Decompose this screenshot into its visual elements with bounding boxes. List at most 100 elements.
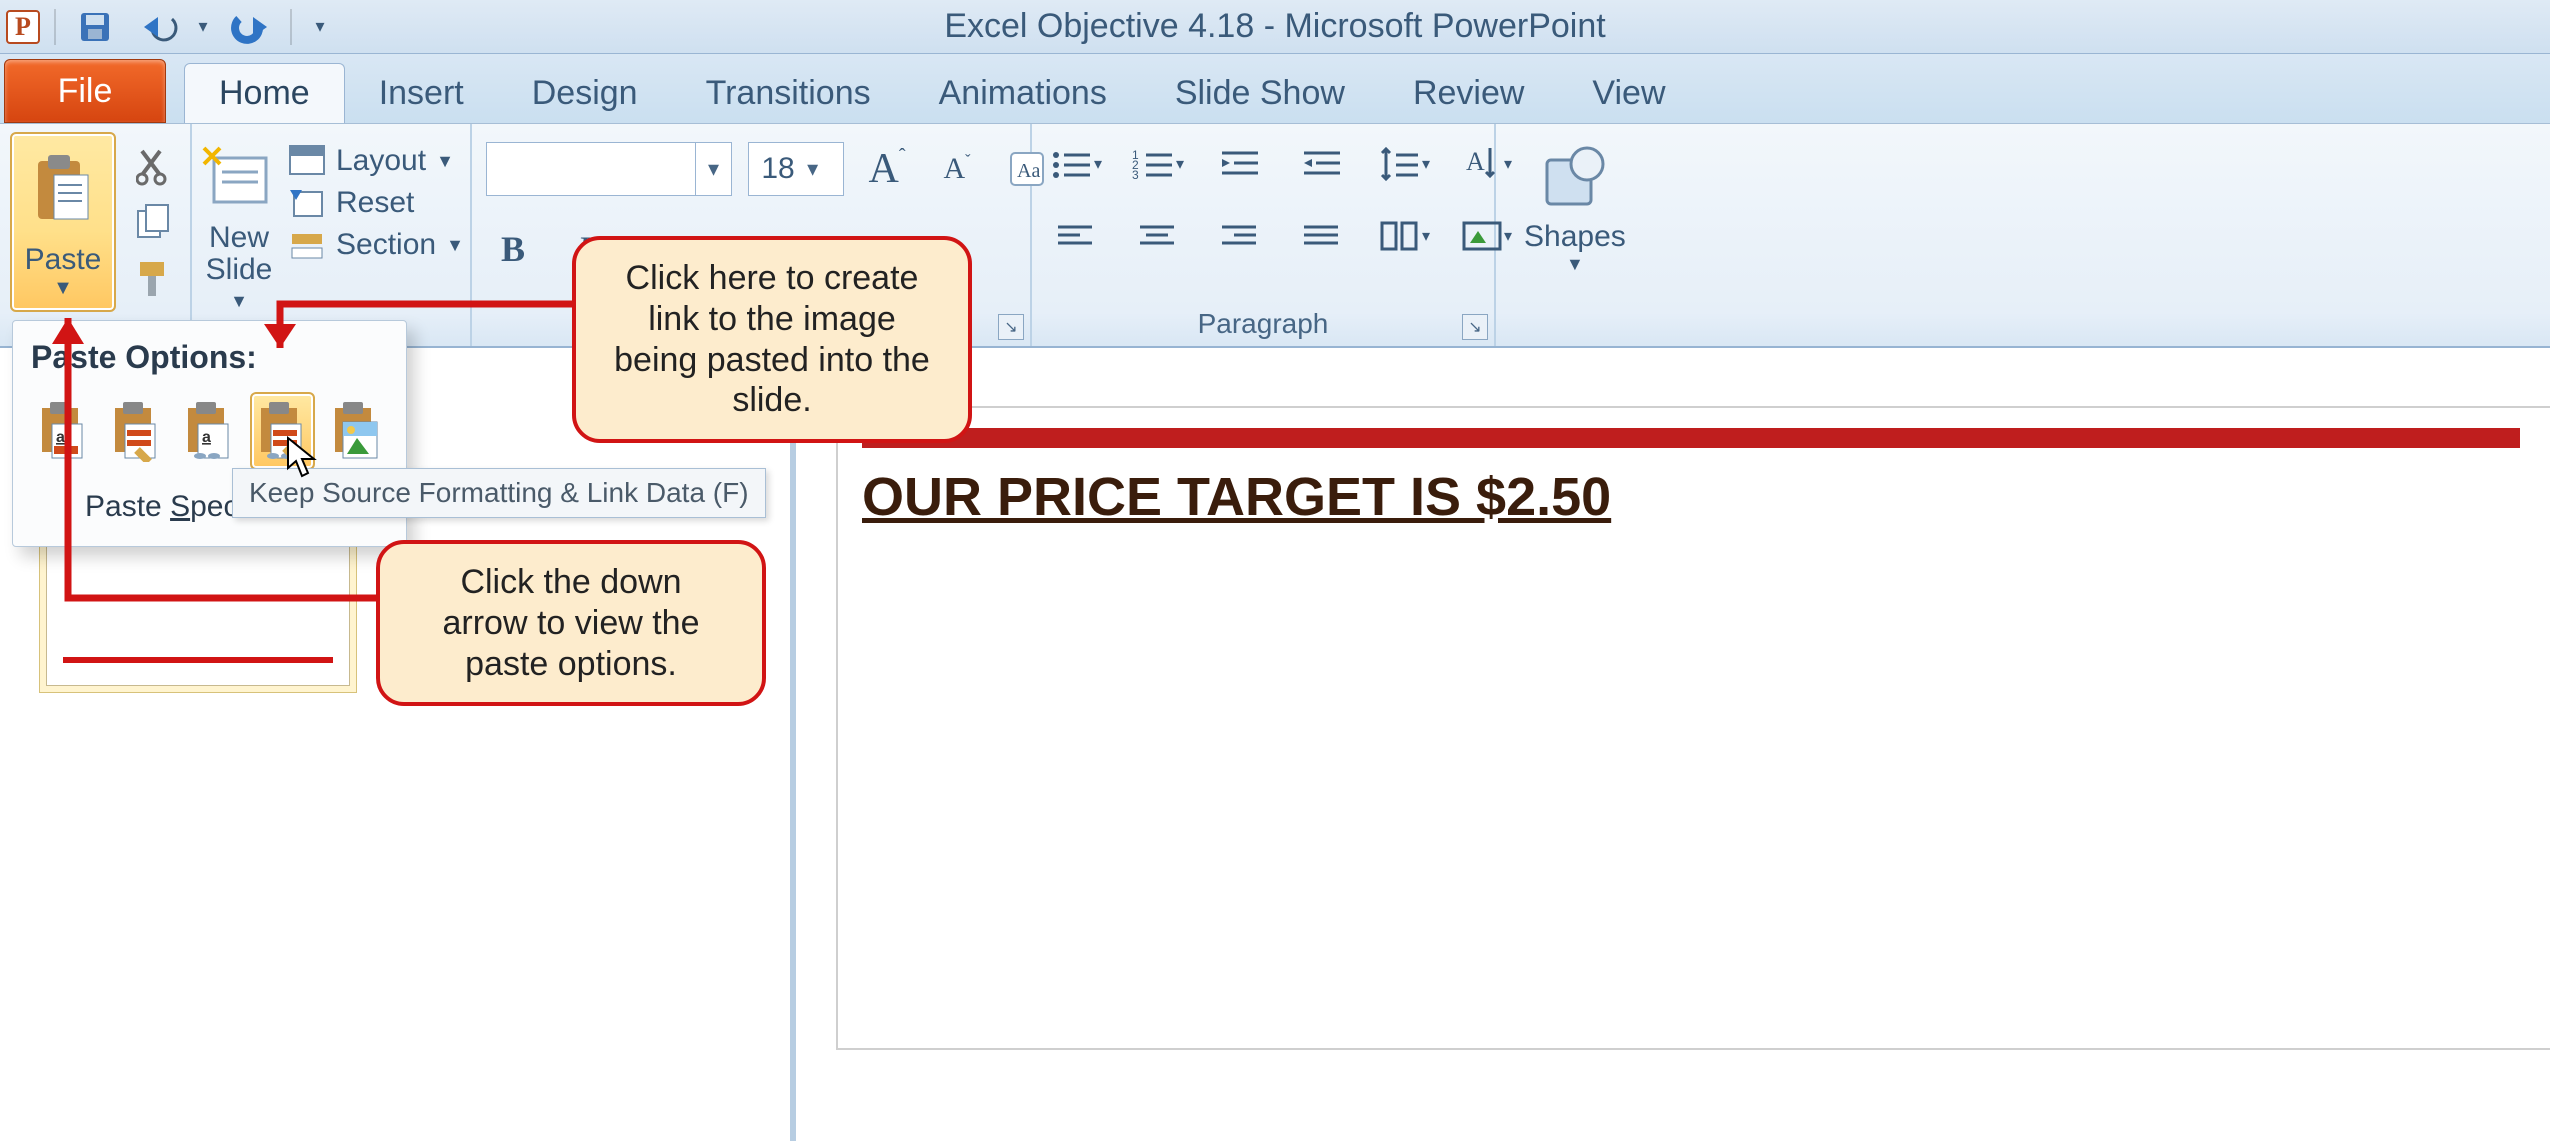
window-title: Excel Objective 4.18 - Microsoft PowerPo… (944, 7, 1605, 46)
chevron-down-icon: ▾ (695, 143, 731, 195)
svg-text:A: A (1466, 147, 1485, 176)
bullets-button[interactable]: ▾ (1048, 140, 1104, 188)
scissors-icon (136, 147, 170, 187)
ribbon: Paste ▼ (0, 124, 2550, 348)
cursor-icon (286, 436, 320, 480)
font-size-combo[interactable]: 18 ▾ (748, 142, 844, 196)
copy-icon (134, 203, 172, 243)
paste-split-button[interactable]: Paste ▼ (10, 132, 116, 312)
group-clipboard: Paste ▼ (0, 124, 192, 346)
separator (290, 9, 292, 45)
paragraph-dialog-launcher[interactable]: ↘ (1462, 314, 1488, 340)
tab-insert[interactable]: Insert (345, 63, 498, 123)
bullets-icon (1050, 147, 1094, 181)
tab-home[interactable]: Home (184, 63, 345, 123)
paste-option-use-destination-theme-link[interactable]: a (177, 392, 242, 470)
increase-indent-icon (1300, 147, 1344, 181)
paste-options-title: Paste Options: (31, 339, 388, 376)
new-slide-button[interactable]: New Slide ▼ (202, 132, 276, 312)
shrink-font-icon: Aˇ (944, 152, 971, 186)
save-icon (77, 9, 113, 45)
group-paragraph: ▾ 1 2 3 ▾ (1032, 124, 1496, 346)
paste-option-keep-source-formatting[interactable] (104, 392, 169, 470)
redo-icon (229, 9, 273, 45)
group-drawing: Shapes ▼ (1496, 124, 1654, 346)
bold-button[interactable]: B (486, 221, 540, 277)
paste-icon (28, 149, 98, 229)
new-slide-label: New Slide (206, 222, 273, 285)
format-painter-icon (134, 258, 172, 300)
align-center-icon (1138, 221, 1178, 251)
callout-down-arrow: Click the down arrow to view the paste o… (376, 540, 766, 706)
paste-option-use-destination-theme[interactable]: a (31, 392, 96, 470)
layout-label: Layout (336, 144, 426, 178)
section-label: Section (336, 228, 436, 262)
decrease-indent-button[interactable] (1212, 140, 1268, 188)
justify-icon (1302, 221, 1342, 251)
line-spacing-icon (1378, 145, 1422, 183)
redo-button[interactable] (226, 7, 276, 47)
separator (54, 9, 56, 45)
chevron-down-icon: ▼ (53, 277, 73, 300)
numbering-button[interactable]: 1 2 3 ▾ (1130, 140, 1186, 188)
layout-icon (288, 144, 326, 178)
justify-button[interactable] (1294, 212, 1350, 260)
tab-view[interactable]: View (1558, 63, 1699, 123)
line-spacing-button[interactable]: ▾ (1376, 140, 1432, 188)
slide-title-text: OUR PRICE TARGET IS $2.50 (862, 466, 1611, 528)
shapes-icon (1539, 142, 1611, 220)
paste-label: Paste (25, 243, 102, 277)
grow-font-icon: Aˆ (868, 145, 905, 193)
tab-transitions[interactable]: Transitions (672, 63, 905, 123)
tab-animations[interactable]: Animations (905, 63, 1141, 123)
svg-text:3: 3 (1132, 168, 1139, 181)
tab-review[interactable]: Review (1379, 63, 1558, 123)
font-size-value: 18 (761, 152, 794, 186)
grow-font-button[interactable]: Aˆ (860, 141, 914, 197)
shapes-label: Shapes (1524, 220, 1626, 254)
align-center-button[interactable] (1130, 212, 1186, 260)
columns-button[interactable]: ▾ (1376, 212, 1432, 260)
copy-button[interactable] (126, 198, 180, 248)
chevron-down-icon: ▾ (795, 143, 831, 195)
svg-text:a: a (56, 429, 65, 446)
customize-qat-button[interactable]: ▾ (306, 7, 334, 47)
align-left-icon (1056, 221, 1096, 251)
numbering-icon: 1 2 3 (1132, 147, 1176, 181)
section-icon (288, 228, 326, 262)
reset-icon (288, 186, 326, 220)
paste-option-picture[interactable] (323, 392, 388, 470)
cut-button[interactable] (126, 142, 180, 192)
new-slide-icon (202, 146, 276, 216)
reset-button[interactable]: Reset (288, 186, 464, 220)
layout-button[interactable]: Layout ▼ (288, 144, 464, 178)
align-right-icon (1220, 221, 1260, 251)
group-slides: New Slide ▼ Layout ▼ Rese (192, 124, 472, 346)
chevron-down-icon: ▼ (436, 151, 454, 172)
tab-design[interactable]: Design (498, 63, 672, 123)
slide-red-bar (862, 428, 2520, 448)
format-painter-button[interactable] (126, 254, 180, 304)
section-button[interactable]: Section ▼ (288, 228, 464, 262)
chevron-down-icon: ▼ (230, 291, 248, 312)
tab-slide-show[interactable]: Slide Show (1141, 63, 1379, 123)
align-right-button[interactable] (1212, 212, 1268, 260)
callout-create-link: Click here to create link to the image b… (572, 236, 972, 443)
save-button[interactable] (70, 7, 120, 47)
undo-button[interactable]: ▾ (134, 7, 212, 47)
columns-icon (1378, 219, 1422, 253)
increase-indent-button[interactable] (1294, 140, 1350, 188)
font-dialog-launcher[interactable]: ↘ (998, 314, 1024, 340)
align-left-button[interactable] (1048, 212, 1104, 260)
tab-file[interactable]: File (4, 59, 166, 123)
reset-label: Reset (336, 186, 414, 220)
chevron-down-icon: ▼ (446, 235, 464, 256)
thumbnail-redline (63, 657, 333, 663)
title-bar: P ▾ ▾ Excel Objective 4 (0, 0, 2550, 54)
panel-divider[interactable] (790, 352, 796, 1141)
powerpoint-app-icon: P (6, 10, 40, 44)
shrink-font-button[interactable]: Aˇ (930, 141, 984, 197)
font-name-combo[interactable]: ▾ (486, 142, 732, 196)
svg-text:a: a (202, 429, 211, 446)
undo-icon (138, 9, 194, 45)
